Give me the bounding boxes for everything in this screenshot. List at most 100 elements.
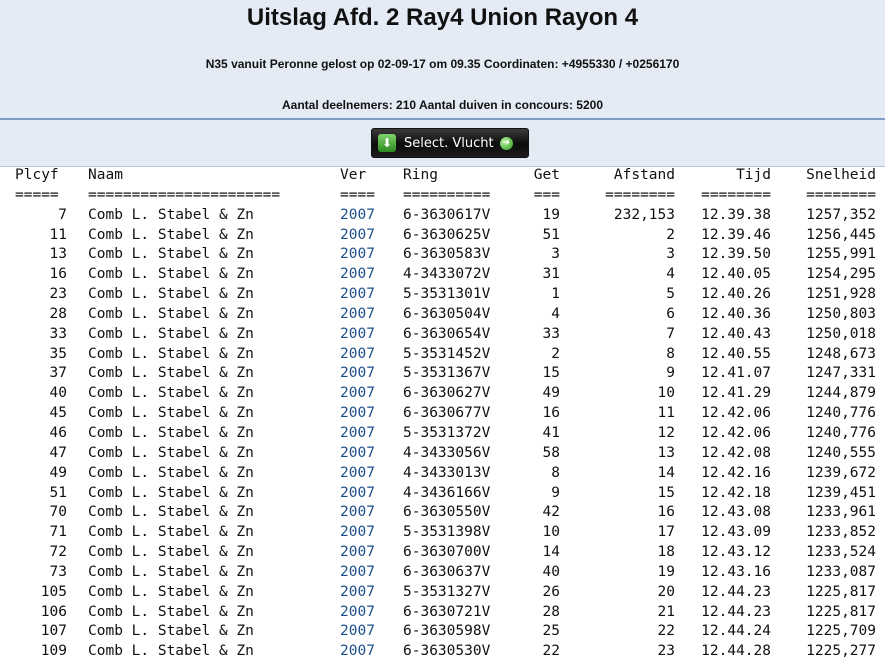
cell-ver-link[interactable]: 2007 xyxy=(340,226,375,246)
cell-get: 14 xyxy=(542,544,560,561)
cell-snelheid: 1239,672 xyxy=(806,464,876,481)
cell-get: 15 xyxy=(542,365,560,382)
table-row: 72 Comb L. Stabel & Zn 2007 6-3630700V 14 18 1… xyxy=(0,543,885,563)
cell-ver-link[interactable]: 2007 xyxy=(340,265,375,285)
cell-ver-link[interactable]: 2007 xyxy=(340,523,375,543)
column-header-afstand: Afstand xyxy=(613,167,675,183)
cell-afstand: 18 xyxy=(657,544,675,561)
table-row: 106 Comb L. Stabel & Zn 2007 6-3630721V 28 21… xyxy=(0,603,885,623)
cell-naam: Comb L. Stabel & Zn xyxy=(88,305,254,322)
cell-ver-link[interactable]: 2007 xyxy=(340,444,375,464)
cell-ver-link[interactable]: 2007 xyxy=(340,603,375,623)
cell-ver-link[interactable]: 2007 xyxy=(340,345,375,365)
cell-get: 58 xyxy=(542,444,560,461)
separator-tijd: ======== xyxy=(701,186,771,203)
cell-ring: 6-3630721V xyxy=(403,603,491,620)
table-row: 7 Comb L. Stabel & Zn 2007 6-3630617V 19 232,… xyxy=(0,206,885,226)
separator-ring: ========== xyxy=(403,186,491,203)
cell-get: 19 xyxy=(542,206,560,223)
cell-get: 8 xyxy=(551,464,560,481)
separator-ver: ==== xyxy=(340,186,375,203)
column-header-ver: Ver xyxy=(340,167,367,183)
cell-ver-link[interactable]: 2007 xyxy=(340,424,375,444)
cell-snelheid: 1257,352 xyxy=(806,206,876,223)
cell-plcyf: 40 xyxy=(49,385,67,402)
cell-ver-link[interactable]: 2007 xyxy=(340,464,375,484)
cell-tijd: 12.42.08 xyxy=(701,444,771,461)
cell-naam: Comb L. Stabel & Zn xyxy=(88,325,254,342)
cell-snelheid: 1255,991 xyxy=(806,246,876,263)
table-row: 16 Comb L. Stabel & Zn 2007 4-3433072V 31 4 12… xyxy=(0,265,885,285)
cell-snelheid: 1250,018 xyxy=(806,325,876,342)
cell-plcyf: 35 xyxy=(49,345,67,362)
cell-afstand: 5 xyxy=(666,286,675,303)
cell-ver-link[interactable]: 2007 xyxy=(340,384,375,404)
cell-ver-link[interactable]: 2007 xyxy=(340,364,375,384)
separator-snelheid: ======== xyxy=(806,186,876,203)
participants-info: Aantal deelnemers: 210 Aantal duiven in … xyxy=(282,98,603,112)
cell-ver-link[interactable]: 2007 xyxy=(340,325,375,345)
cell-ver-link[interactable]: 2007 xyxy=(340,404,375,424)
cell-ring: 5-3531452V xyxy=(403,345,491,362)
select-flight-button[interactable]: ⬇ Select. Vlucht ➜ xyxy=(371,128,529,158)
cell-ver-link[interactable]: 2007 xyxy=(340,484,375,504)
cell-get: 26 xyxy=(542,583,560,600)
arrow-right-icon: ➜ xyxy=(499,136,513,150)
cell-naam: Comb L. Stabel & Zn xyxy=(88,623,254,640)
cell-snelheid: 1233,087 xyxy=(806,563,876,580)
cell-ver-link[interactable]: 2007 xyxy=(340,543,375,563)
cell-afstand: 17 xyxy=(657,524,675,541)
cell-tijd: 12.41.29 xyxy=(701,385,771,402)
table-row: 71 Comb L. Stabel & Zn 2007 5-3531398V 10 17 1… xyxy=(0,523,885,543)
cell-ver-link[interactable]: 2007 xyxy=(340,622,375,642)
cell-snelheid: 1225,817 xyxy=(806,603,876,620)
cell-ver-link[interactable]: 2007 xyxy=(340,305,375,325)
cell-naam: Comb L. Stabel & Zn xyxy=(88,226,254,243)
cell-ver-link[interactable]: 2007 xyxy=(340,285,375,305)
cell-ring: 6-3630583V xyxy=(403,246,491,263)
cell-tijd: 12.40.55 xyxy=(701,345,771,362)
cell-naam: Comb L. Stabel & Zn xyxy=(88,385,254,402)
cell-naam: Comb L. Stabel & Zn xyxy=(88,603,254,620)
cell-tijd: 12.40.43 xyxy=(701,325,771,342)
cell-afstand: 22 xyxy=(657,623,675,640)
cell-plcyf: 33 xyxy=(49,325,67,342)
cell-ver-link[interactable]: 2007 xyxy=(340,583,375,603)
cell-ver-link[interactable]: 2007 xyxy=(340,503,375,523)
cell-ring: 5-3531372V xyxy=(403,424,491,441)
cell-afstand: 13 xyxy=(657,444,675,461)
cell-afstand: 11 xyxy=(657,405,675,422)
table-header-row: Plcyf Naam Ver Ring Get Afstand Tijd Sne… xyxy=(0,166,885,186)
cell-ver-link[interactable]: 2007 xyxy=(340,642,375,662)
cell-ver-link[interactable]: 2007 xyxy=(340,245,375,265)
page-title: Uitslag Afd. 2 Ray4 Union Rayon 4 xyxy=(246,4,639,31)
cell-afstand: 20 xyxy=(657,583,675,600)
cell-plcyf: 70 xyxy=(49,504,67,521)
cell-plcyf: 49 xyxy=(49,464,67,481)
cell-naam: Comb L. Stabel & Zn xyxy=(88,286,254,303)
cell-tijd: 12.41.07 xyxy=(701,365,771,382)
cell-ring: 6-3630627V xyxy=(403,385,491,402)
flight-info: N35 vanuit Peronne gelost op 02-09-17 om… xyxy=(205,57,680,71)
cell-afstand: 3 xyxy=(666,246,675,263)
cell-ring: 5-3531398V xyxy=(403,524,491,541)
cell-get: 22 xyxy=(542,643,560,660)
cell-snelheid: 1225,277 xyxy=(806,643,876,660)
cell-ver-link[interactable]: 2007 xyxy=(340,206,375,226)
cell-tijd: 12.42.16 xyxy=(701,464,771,481)
cell-afstand: 4 xyxy=(666,266,675,283)
cell-plcyf: 71 xyxy=(49,524,67,541)
cell-ver-link[interactable]: 2007 xyxy=(340,563,375,583)
cell-plcyf: 7 xyxy=(58,206,67,223)
cell-afstand: 23 xyxy=(657,643,675,660)
cell-get: 33 xyxy=(542,325,560,342)
cell-plcyf: 13 xyxy=(49,246,67,263)
cell-naam: Comb L. Stabel & Zn xyxy=(88,266,254,283)
cell-afstand: 7 xyxy=(666,325,675,342)
table-row: 107 Comb L. Stabel & Zn 2007 6-3630598V 25 22… xyxy=(0,622,885,642)
table-row: 40 Comb L. Stabel & Zn 2007 6-3630627V 49 10 1… xyxy=(0,384,885,404)
cell-ring: 6-3630550V xyxy=(403,504,491,521)
cell-ring: 6-3630654V xyxy=(403,325,491,342)
cell-tijd: 12.40.36 xyxy=(701,305,771,322)
cell-tijd: 12.39.50 xyxy=(701,246,771,263)
